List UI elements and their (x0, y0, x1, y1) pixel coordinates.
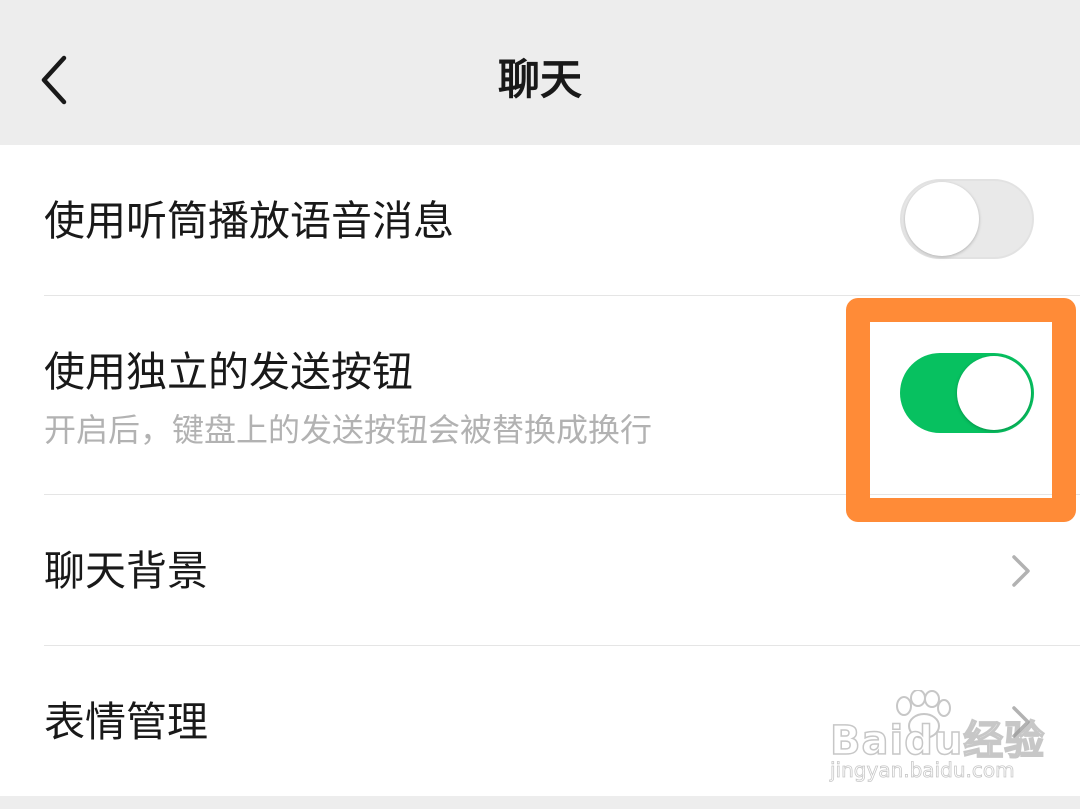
setting-label-sticker-management: 表情管理 (44, 698, 208, 746)
highlight-annotation-box (846, 298, 1076, 522)
baidu-watermark: Baidu经验 jingyan.baidu.com (829, 690, 1050, 790)
page-title: 聊天 (497, 55, 582, 104)
setting-label-earpiece: 使用听筒播放语音消息 (44, 197, 454, 245)
setting-label-send-button: 使用独立的发送按钮 (44, 348, 413, 396)
setting-row-earpiece[interactable]: 使用听筒播放语音消息 (0, 145, 1080, 295)
setting-description-send-button: 开启后，键盘上的发送按钮会被替换成换行 (44, 411, 653, 449)
chevron-right-icon (1008, 551, 1034, 591)
earpiece-toggle[interactable] (900, 179, 1034, 259)
bottom-strip (0, 796, 1080, 809)
setting-label-chat-background: 聊天背景 (44, 547, 208, 595)
toggle-knob (905, 182, 979, 256)
navigation-bar: 聊天 (0, 0, 1080, 145)
watermark-url: jingyan.baidu.com (830, 758, 1015, 783)
